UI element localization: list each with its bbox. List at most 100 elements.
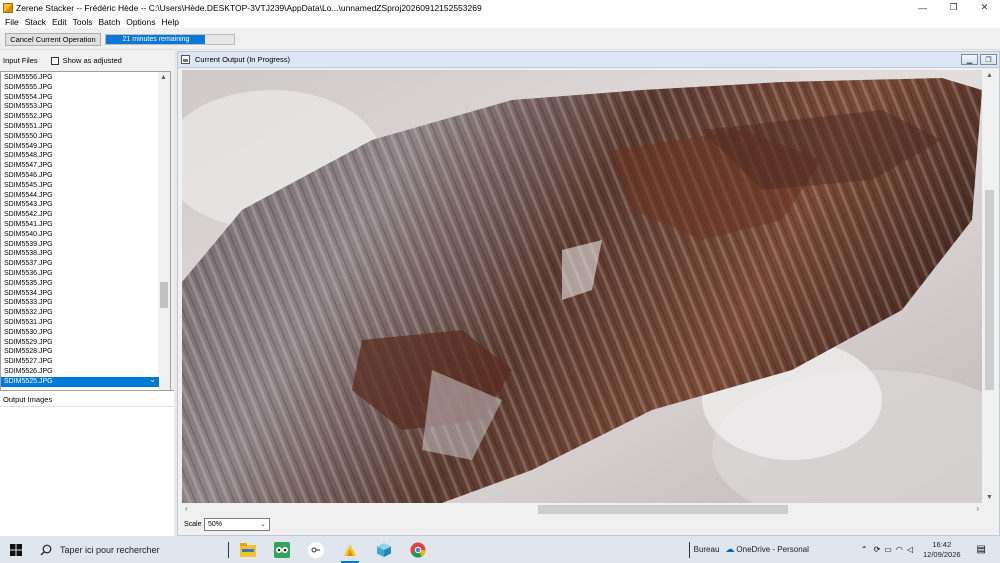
- file-list-item[interactable]: SDIM5549.JPG: [1, 142, 159, 152]
- scroll-left-icon[interactable]: ‹: [185, 504, 188, 513]
- scale-select[interactable]: 50% ⌄: [204, 518, 270, 531]
- window-controls: — ❐ ✕: [907, 0, 1000, 15]
- search-icon: [40, 544, 52, 555]
- file-list-item[interactable]: SDIM5550.JPG: [1, 132, 159, 142]
- tray-divider: [688, 541, 690, 558]
- file-list-item[interactable]: SDIM5531.JPG: [1, 318, 159, 328]
- maximize-button[interactable]: ❐: [938, 0, 969, 15]
- file-list-item[interactable]: SDIM5537.JPG: [1, 259, 159, 269]
- inner-window-controls: ▁ ❐: [961, 54, 997, 65]
- file-list-item[interactable]: SDIM5527.JPG: [1, 357, 159, 367]
- start-button[interactable]: [0, 536, 32, 563]
- stacked-output-image[interactable]: [182, 70, 982, 503]
- volume-icon[interactable]: ◁: [907, 545, 913, 554]
- file-list-scrollbar[interactable]: ▲ ▼: [158, 72, 170, 436]
- file-list-item[interactable]: SDIM5538.JPG: [1, 249, 159, 259]
- file-list-item[interactable]: SDIM5545.JPG: [1, 181, 159, 191]
- image-vertical-scroll-thumb[interactable]: [985, 190, 994, 390]
- file-list-item[interactable]: SDIM5541.JPG: [1, 220, 159, 230]
- cancel-operation-button[interactable]: Cancel Current Operation: [5, 33, 101, 46]
- menu-edit[interactable]: Edit: [49, 17, 70, 27]
- file-list-item[interactable]: SDIM5556.JPG: [1, 73, 159, 83]
- taskbar-zerene-stacker[interactable]: [335, 536, 365, 563]
- menu-file[interactable]: File: [2, 17, 22, 27]
- file-list-item[interactable]: SDIM5529.JPG: [1, 338, 159, 348]
- current-output-title: Current Output (In Progress): [195, 55, 291, 64]
- file-list-item[interactable]: SDIM5555.JPG: [1, 83, 159, 93]
- taskbar-file-explorer[interactable]: [233, 536, 263, 563]
- taskbar-cube-app[interactable]: [369, 536, 399, 563]
- inner-minimize-button[interactable]: ▁: [961, 54, 978, 65]
- menu-tools[interactable]: Tools: [70, 17, 96, 27]
- taskbar-divider: [228, 541, 229, 558]
- folder-icon: [240, 542, 256, 557]
- scroll-up-icon[interactable]: ▲: [986, 72, 993, 79]
- windows-taskbar: Taper ici pour rechercher Bureau ☁ OneDr…: [0, 536, 1000, 563]
- image-vertical-scrollbar[interactable]: ▲ ▼: [983, 70, 996, 503]
- file-list-item[interactable]: SDIM5548.JPG: [1, 151, 159, 161]
- scroll-up-icon[interactable]: ▲: [160, 74, 167, 81]
- menu-options[interactable]: Options: [123, 17, 158, 27]
- scroll-right-icon[interactable]: ›: [976, 504, 979, 513]
- owl-app-icon: [274, 541, 290, 558]
- scale-label: Scale: [184, 521, 202, 528]
- tray-expand-icon[interactable]: ⌃: [861, 545, 868, 554]
- file-list-item[interactable]: SDIM5526.JPG: [1, 367, 159, 377]
- tray-onedrive[interactable]: OneDrive - Personal: [736, 545, 808, 554]
- image-window-icon: [181, 55, 190, 64]
- window-title: Zerene Stacker -- Frédéric Hède -- C:\Us…: [16, 2, 482, 13]
- output-images-label: Output Images: [3, 395, 53, 404]
- file-list-item[interactable]: SDIM5553.JPG: [1, 102, 159, 112]
- file-list-item[interactable]: SDIM5532.JPG: [1, 308, 159, 318]
- taskbar-chrome[interactable]: [403, 536, 433, 563]
- battery-icon[interactable]: ▭: [884, 545, 892, 554]
- file-list-item[interactable]: SDIM5543.JPG: [1, 200, 159, 210]
- file-list-item[interactable]: SDIM5551.JPG: [1, 122, 159, 132]
- file-list-item[interactable]: SDIM5539.JPG: [1, 240, 159, 250]
- close-button[interactable]: ✕: [969, 0, 1000, 15]
- file-list-item[interactable]: SDIM5530.JPG: [1, 328, 159, 338]
- notifications-icon[interactable]: ▤: [977, 544, 986, 555]
- file-list-item[interactable]: SDIM5528.JPG: [1, 347, 159, 357]
- input-file-list[interactable]: ▲ ▼ SDIM5556.JPGSDIM5555.JPGSDIM5554.JPG…: [0, 71, 171, 437]
- output-images-panel[interactable]: Output Images: [0, 390, 174, 536]
- file-list-item[interactable]: SDIM5544.JPG: [1, 191, 159, 201]
- sync-icon[interactable]: ⟳: [874, 545, 881, 554]
- file-list-item[interactable]: SDIM5536.JPG: [1, 269, 159, 279]
- tray-bureau[interactable]: Bureau: [694, 545, 720, 554]
- output-images-divider: [0, 406, 174, 407]
- file-list-item[interactable]: SDIM5547.JPG: [1, 161, 159, 171]
- file-list-item[interactable]: SDIM5552.JPG: [1, 112, 159, 122]
- current-output-window: Current Output (In Progress) ▁ ❐ ▲ ▼ ‹ ›…: [177, 51, 1000, 536]
- input-files-header: Input Files Show as adjusted: [0, 51, 174, 70]
- file-list-item[interactable]: SDIM5533.JPG: [1, 298, 159, 308]
- menu-bar: File Stack Edit Tools Batch Options Help: [0, 15, 1000, 28]
- file-list-item[interactable]: SDIM5535.JPG: [1, 279, 159, 289]
- file-list-item[interactable]: SDIM5554.JPG: [1, 93, 159, 103]
- windows-logo-icon: [10, 543, 22, 556]
- cube-icon: [377, 542, 391, 557]
- inner-restore-button[interactable]: ❐: [980, 54, 997, 65]
- menu-stack[interactable]: Stack: [22, 17, 49, 27]
- scroll-down-icon[interactable]: ▼: [986, 494, 993, 501]
- taskbar-clock[interactable]: 16:42 12/09/2026: [923, 540, 961, 560]
- show-adjusted-checkbox[interactable]: [50, 56, 59, 65]
- minimize-button[interactable]: —: [907, 0, 938, 15]
- file-list-item[interactable]: SDIM5540.JPG: [1, 230, 159, 240]
- menu-batch[interactable]: Batch: [95, 17, 123, 27]
- image-horizontal-scrollbar[interactable]: ‹ ›: [182, 503, 982, 516]
- file-list-item[interactable]: SDIM5525.JPG: [1, 376, 159, 387]
- taskbar-key-app[interactable]: [301, 536, 331, 563]
- onedrive-icon: ☁: [725, 544, 735, 554]
- menu-help[interactable]: Help: [159, 17, 182, 27]
- system-tray: Bureau ☁ OneDrive - Personal ⌃ ⟳ ▭ ◠ ◁ 1…: [679, 536, 1000, 563]
- file-list-item[interactable]: SDIM5534.JPG: [1, 289, 159, 299]
- image-horizontal-scroll-thumb[interactable]: [538, 505, 788, 514]
- taskbar-tripadvisor[interactable]: [267, 536, 297, 563]
- file-list-scroll-thumb[interactable]: [160, 282, 168, 308]
- wifi-icon[interactable]: ◠: [896, 545, 903, 554]
- chevron-down-icon[interactable]: ⌄: [149, 375, 156, 384]
- file-list-item[interactable]: SDIM5542.JPG: [1, 210, 159, 220]
- taskbar-search[interactable]: Taper ici pour rechercher: [32, 536, 218, 563]
- file-list-item[interactable]: SDIM5546.JPG: [1, 171, 159, 181]
